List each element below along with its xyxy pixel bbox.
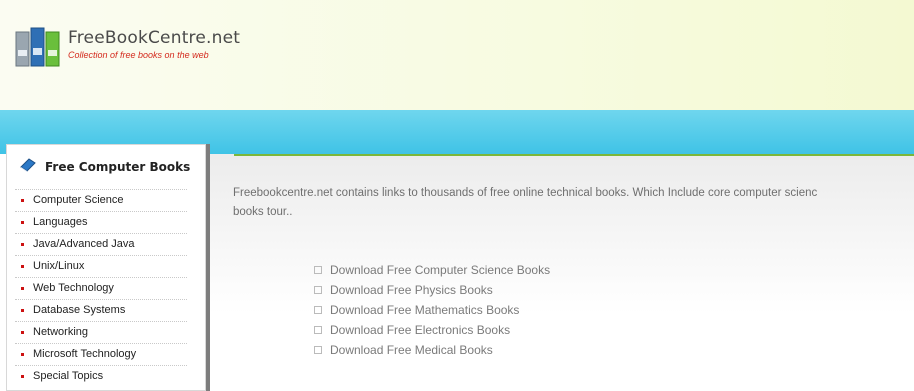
sidebar-item-web-technology[interactable]: Web Technology (15, 277, 187, 299)
divider (234, 154, 914, 156)
sidebar-item-networking[interactable]: Networking (15, 321, 187, 343)
site-name: FreeBookCentre.net (68, 28, 241, 48)
bullet-icon (21, 243, 24, 246)
download-mathematics-link[interactable]: Download Free Mathematics Books (314, 300, 550, 320)
square-bullet-icon (314, 346, 322, 354)
square-bullet-icon (314, 306, 322, 314)
bullet-icon (21, 353, 24, 356)
site-header: FreeBookCentre.net Collection of free bo… (0, 0, 914, 110)
bullet-icon (21, 221, 24, 224)
download-physics-link[interactable]: Download Free Physics Books (314, 280, 550, 300)
bullet-icon (21, 331, 24, 334)
sidebar-item-special-topics[interactable]: Special Topics (15, 365, 187, 387)
square-bullet-icon (314, 326, 322, 334)
bullet-icon (21, 199, 24, 202)
book-icon (19, 157, 37, 178)
bullet-icon (21, 287, 24, 290)
books-logo-icon (14, 24, 64, 74)
bullet-icon (21, 309, 24, 312)
sidebar-item-database-systems[interactable]: Database Systems (15, 299, 187, 321)
site-tagline: Collection of free books on the web (68, 50, 209, 60)
download-electronics-link[interactable]: Download Free Electronics Books (314, 320, 550, 340)
sidebar-item-computer-science[interactable]: Computer Science (15, 189, 187, 211)
download-computer-science-link[interactable]: Download Free Computer Science Books (314, 260, 550, 280)
download-links: Download Free Computer Science Books Dow… (314, 260, 550, 360)
site-logo[interactable]: FreeBookCentre.net Collection of free bo… (14, 24, 240, 74)
bullet-icon (21, 375, 24, 378)
bullet-icon (21, 265, 24, 268)
download-medical-link[interactable]: Download Free Medical Books (314, 340, 550, 360)
sidebar-item-java[interactable]: Java/Advanced Java (15, 233, 187, 255)
sidebar-title: Free Computer Books (45, 160, 191, 174)
sidebar-item-microsoft-technology[interactable]: Microsoft Technology (15, 343, 187, 365)
sidebar: Free Computer Books Computer Science Lan… (6, 144, 206, 391)
square-bullet-icon (314, 266, 322, 274)
sidebar-item-languages[interactable]: Languages (15, 211, 187, 233)
main-content: Freebookcentre.net contains links to tho… (210, 154, 914, 383)
square-bullet-icon (314, 286, 322, 294)
sidebar-item-unix-linux[interactable]: Unix/Linux (15, 255, 187, 277)
sidebar-header: Free Computer Books (7, 145, 205, 189)
category-list: Computer Science Languages Java/Advanced… (7, 189, 187, 387)
intro-text: Freebookcentre.net contains links to tho… (233, 187, 818, 218)
